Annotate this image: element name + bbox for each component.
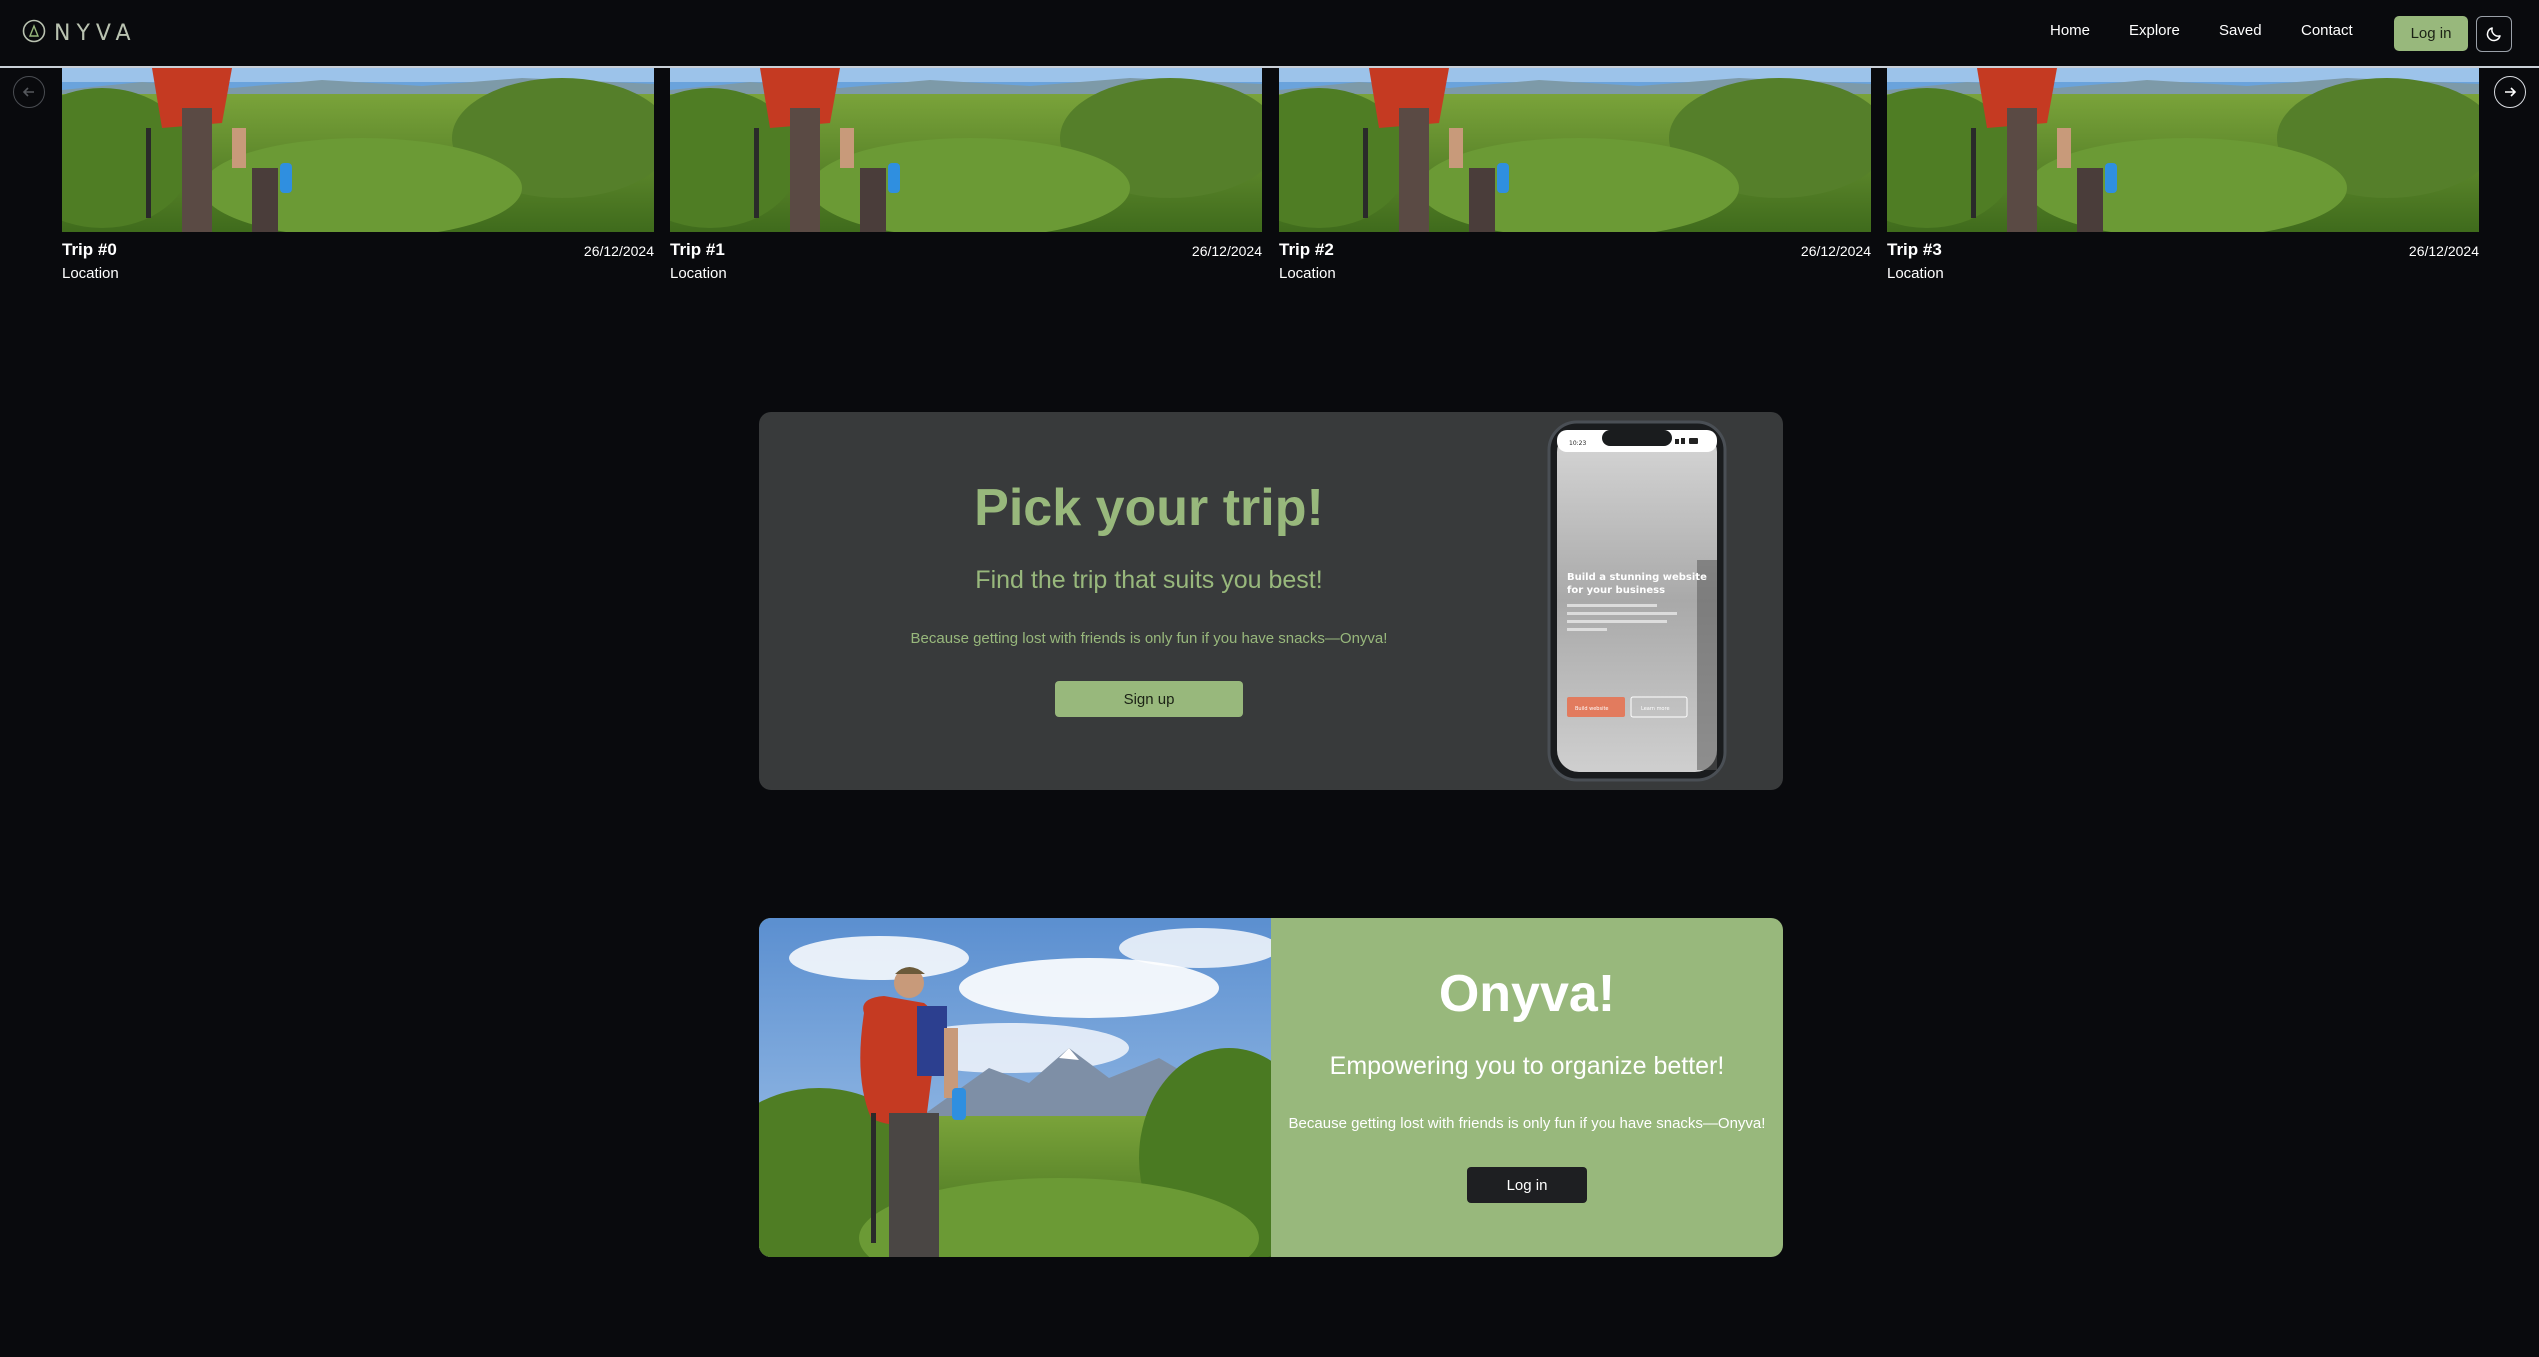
onyva-title: Onyva! — [1438, 965, 1616, 1023]
nav-link-contact[interactable]: Contact — [2301, 22, 2353, 39]
trip-card-date: 26/12/2024 — [1800, 243, 1871, 259]
trip-card[interactable]: Trip #3 26/12/2024 Location — [1887, 68, 2479, 288]
trip-card-location: Location — [1279, 265, 1336, 282]
trip-card-location: Location — [1887, 265, 1944, 282]
trip-card-title: Trip #3 — [1887, 240, 1942, 259]
trip-card-date: 26/12/2024 — [1191, 243, 1262, 259]
trip-card[interactable]: Trip #2 26/12/2024 Location — [1279, 68, 1871, 288]
trip-card-location: Location — [62, 265, 119, 282]
svg-text:Learn more: Learn more — [1641, 706, 1670, 712]
nav-link-home[interactable]: Home — [2050, 22, 2090, 39]
brand-logo[interactable]: NYVA — [22, 18, 134, 48]
carousel-next-button[interactable] — [2494, 76, 2526, 108]
pick-trip-tagline: Because getting lost with friends is onl… — [910, 630, 1388, 647]
onyva-tagline: Because getting lost with friends is onl… — [1288, 1115, 1766, 1132]
trip-carousel: Trip #0 26/12/2024 Location Trip #1 26/1… — [0, 68, 2539, 298]
onyva-subtitle: Empowering you to organize better! — [1329, 1052, 1725, 1080]
carousel-prev-button[interactable] — [13, 76, 45, 108]
moon-icon — [2486, 27, 2501, 42]
svg-text:NYVA: NYVA — [54, 21, 134, 46]
onyva-login-banner: Onyva! Empowering you to organize better… — [759, 918, 1783, 1257]
trip-card-location: Location — [670, 265, 727, 282]
theme-toggle-button[interactable] — [2476, 16, 2512, 52]
onyva-content: Onyva! Empowering you to organize better… — [1271, 918, 1783, 1257]
nav-link-saved[interactable]: Saved — [2219, 22, 2262, 39]
nav-link-explore[interactable]: Explore — [2129, 22, 2180, 39]
trip-card-image — [62, 68, 654, 232]
svg-text:for your business: for your business — [1567, 585, 1665, 596]
svg-text:Build website: Build website — [1575, 706, 1609, 712]
trip-card-image — [670, 68, 1262, 232]
trip-card[interactable]: Trip #1 26/12/2024 Location — [670, 68, 1262, 288]
trip-card-date: 26/12/2024 — [2408, 243, 2479, 259]
logo-compass-icon: NYVA — [22, 19, 134, 46]
pick-trip-banner: Pick your trip! Find the trip that suits… — [759, 412, 1783, 790]
phone-mockup: 10:23 Build a stunning website for your … — [1547, 420, 1727, 782]
hiker-photo — [759, 918, 1271, 1257]
pick-trip-subtitle: Find the trip that suits you best! — [975, 566, 1323, 594]
signup-button[interactable]: Sign up — [1055, 681, 1243, 717]
svg-text:Build a stunning website: Build a stunning website — [1567, 572, 1707, 583]
trip-card-title: Trip #1 — [670, 240, 725, 259]
trip-card-image — [1887, 68, 2479, 232]
trip-card-title: Trip #0 — [62, 240, 117, 259]
trip-card-date: 26/12/2024 — [583, 243, 654, 259]
pick-trip-title: Pick your trip! — [974, 479, 1324, 537]
onyva-login-button[interactable]: Log in — [1467, 1167, 1587, 1203]
arrow-left-icon — [22, 87, 34, 97]
arrow-right-icon — [2505, 87, 2517, 97]
trip-card-title: Trip #2 — [1279, 240, 1334, 259]
top-navbar: NYVA Home Explore Saved Contact Log in — [0, 0, 2539, 68]
trip-card[interactable]: Trip #0 26/12/2024 Location — [62, 68, 654, 288]
nav-login-button[interactable]: Log in — [2394, 16, 2468, 51]
trip-card-image — [1279, 68, 1871, 232]
svg-text:10:23: 10:23 — [1569, 440, 1586, 447]
